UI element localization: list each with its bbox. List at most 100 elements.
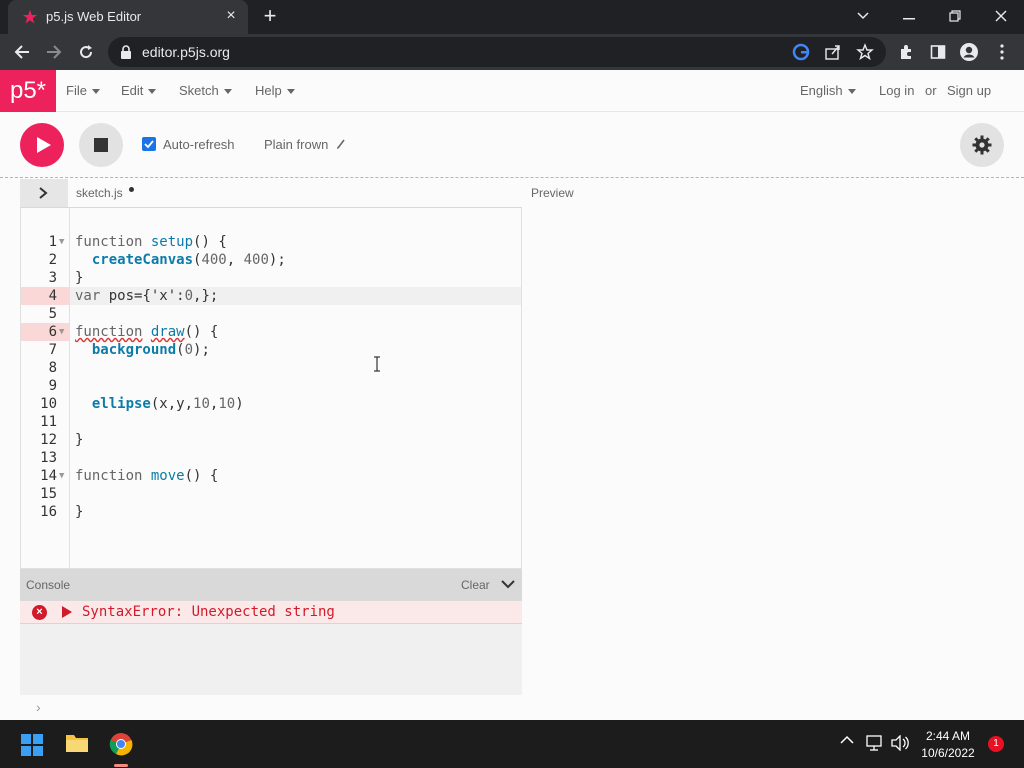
network-icon[interactable] — [866, 735, 884, 751]
checkmark-icon — [144, 140, 154, 149]
code-line[interactable]: 2 createCanvas(400, 400); — [21, 251, 521, 269]
code-line[interactable]: 3} — [21, 269, 521, 287]
volume-icon[interactable] — [891, 735, 909, 751]
tab-title: p5.js Web Editor — [46, 9, 142, 24]
google-icon[interactable] — [792, 43, 810, 61]
line-number: 7 — [48, 342, 57, 358]
console-prompt-icon: › — [36, 699, 41, 715]
forward-icon[interactable] — [42, 40, 66, 64]
code-line[interactable]: 13 — [21, 449, 521, 467]
console-input[interactable]: › — [20, 695, 522, 721]
code-line[interactable]: 10 ellipse(x,y,10,10) — [21, 395, 521, 413]
code-editor[interactable]: 1 ▼ function setup() {2 createCanvas(400, … — [20, 207, 522, 569]
login-link[interactable]: Log in — [879, 83, 914, 98]
code-text: } — [75, 432, 84, 448]
fold-arrow-icon[interactable]: ▼ — [59, 233, 64, 251]
code-text: background(0); — [91, 342, 210, 358]
language-selector[interactable]: English — [800, 83, 856, 98]
caret-down-icon — [91, 89, 100, 95]
windows-start-icon[interactable] — [21, 734, 43, 756]
tab-search-chevron-icon[interactable] — [848, 4, 878, 28]
code-line[interactable]: 14 ▼ function move() { — [21, 467, 521, 485]
code-text: var pos={'x':0,}; — [75, 288, 219, 304]
code-line[interactable]: 7 background(0); — [21, 341, 521, 359]
console-panel: Console Clear × SyntaxError: Unexpected … — [20, 569, 522, 721]
sidebar-toggle-button[interactable] — [20, 179, 68, 207]
signup-link[interactable]: Sign up — [947, 83, 991, 98]
code-text: function move() { — [75, 468, 219, 484]
reload-icon[interactable] — [74, 40, 98, 64]
sketch-name[interactable]: Plain frown — [264, 137, 328, 152]
p5-logo[interactable]: p5* — [0, 70, 56, 112]
language-label: English — [800, 83, 843, 98]
expand-arrow-icon[interactable] — [62, 606, 72, 618]
auto-refresh-label[interactable]: Auto-refresh — [163, 137, 235, 152]
menu-help[interactable]: Help — [255, 83, 295, 98]
fold-arrow-icon[interactable]: ▼ — [59, 467, 64, 485]
browser-menu-icon[interactable] — [990, 40, 1014, 64]
line-number: 2 — [48, 252, 57, 268]
auto-refresh-checkbox[interactable] — [142, 137, 156, 151]
file-bar: sketch.js — [20, 179, 522, 207]
menu-file[interactable]: File — [66, 83, 100, 98]
code-text: } — [75, 270, 84, 286]
back-icon[interactable] — [10, 40, 34, 64]
stop-button[interactable] — [79, 123, 123, 167]
fold-arrow-icon[interactable]: ▼ — [59, 323, 64, 341]
code-line[interactable]: 8 — [21, 359, 521, 377]
chevron-up-icon[interactable] — [840, 735, 854, 745]
new-tab-button[interactable]: + — [258, 5, 282, 29]
preview-label: Preview — [531, 186, 574, 200]
code-text: function setup() { — [75, 234, 227, 250]
console-clear-button[interactable]: Clear — [461, 578, 490, 592]
menu-sketch-label: Sketch — [179, 83, 219, 98]
code-line[interactable]: 5 — [21, 305, 521, 323]
side-panel-icon[interactable] — [926, 40, 950, 64]
console-error-message[interactable]: × SyntaxError: Unexpected string — [20, 601, 522, 624]
line-number: 12 — [40, 432, 57, 448]
code-line[interactable]: 15 — [21, 485, 521, 503]
code-line[interactable]: 4 var pos={'x':0,}; — [21, 287, 521, 305]
address-bar[interactable]: editor.p5js.org — [108, 37, 886, 67]
restore-icon[interactable] — [940, 4, 970, 28]
menu-edit-label: Edit — [121, 83, 144, 98]
browser-tab[interactable]: p5.js Web Editor × — [8, 0, 248, 34]
close-window-icon[interactable] — [986, 4, 1016, 28]
menu-edit[interactable]: Edit — [121, 83, 157, 98]
editor-nav: p5* File Edit Sketch Help English Log in… — [0, 70, 1024, 112]
chevron-down-icon[interactable] — [501, 579, 515, 589]
console-header: Console Clear — [20, 569, 522, 601]
or-text: or — [925, 83, 937, 98]
play-button[interactable] — [20, 123, 64, 167]
settings-button[interactable] — [960, 123, 1004, 167]
play-icon — [37, 137, 51, 153]
chrome-icon[interactable] — [109, 732, 133, 756]
extensions-icon[interactable] — [894, 40, 918, 64]
menu-help-label: Help — [255, 83, 282, 98]
notification-badge[interactable]: 1 — [988, 736, 1004, 752]
code-line[interactable]: 9 — [21, 377, 521, 395]
code-text: function draw() { — [75, 324, 219, 340]
file-tab-name[interactable]: sketch.js — [76, 186, 123, 200]
code-line[interactable]: 1 ▼ function setup() { — [21, 233, 521, 251]
minimize-icon[interactable] — [894, 4, 924, 28]
line-number: 1 — [48, 234, 57, 250]
clock-time[interactable]: 2:44 AM — [918, 729, 978, 743]
bookmark-star-icon[interactable] — [856, 43, 874, 61]
share-icon[interactable] — [824, 43, 842, 61]
gear-icon — [972, 135, 992, 155]
line-number: 15 — [40, 486, 57, 502]
code-line[interactable]: 16} — [21, 503, 521, 521]
line-number: 8 — [48, 360, 57, 376]
menu-sketch[interactable]: Sketch — [179, 83, 232, 98]
pencil-icon[interactable] — [336, 138, 346, 150]
code-line[interactable]: 11 — [21, 413, 521, 431]
line-number: 6 — [48, 324, 57, 340]
code-line[interactable]: 6 ▼ function draw() { — [21, 323, 521, 341]
file-explorer-icon[interactable] — [65, 732, 89, 754]
code-line[interactable]: 12} — [21, 431, 521, 449]
close-tab-icon[interactable]: × — [222, 7, 240, 25]
clock-date[interactable]: 10/6/2022 — [918, 746, 978, 760]
profile-avatar-icon[interactable] — [957, 40, 981, 64]
browser-tab-strip: p5.js Web Editor × + — [0, 0, 1024, 34]
